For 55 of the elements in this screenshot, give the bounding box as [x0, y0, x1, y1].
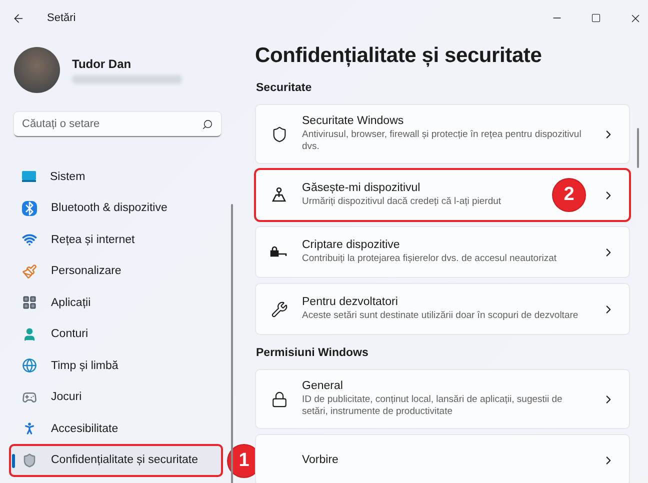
wifi-icon	[22, 232, 37, 247]
settings-card[interactable]: Găsește-mi dispozitivul Urmăriți dispozitivul dacă credeți că l-ați pierdut 2	[255, 169, 630, 221]
search-icon	[202, 118, 213, 130]
person-icon	[22, 326, 37, 342]
selection-indicator	[12, 454, 15, 468]
sidebar-item[interactable]: Conturi	[10, 318, 222, 350]
section-heading: Permisiuni Windows	[256, 347, 370, 359]
account-name: Tudor Dan	[72, 56, 132, 70]
sidebar-item[interactable]: Jocuri	[10, 382, 222, 412]
card-title: Criptare dispozitive	[302, 239, 400, 251]
scrollbar[interactable]	[637, 128, 639, 168]
card-description: Urmăriți dispozitivul dacă credeți că l-ați pierdut	[302, 196, 502, 208]
card-description: Aceste setări sunt destinate utilizării doar în scopuri de dezvoltare	[302, 310, 578, 322]
sidebar-item[interactable]: Accesibilitate	[10, 413, 222, 444]
sidebar-item[interactable]: Aplicații	[10, 287, 222, 318]
lock-icon	[270, 390, 288, 408]
tools-icon	[270, 300, 288, 318]
sidebar-item[interactable]: Timp și limbă	[10, 350, 222, 381]
section-heading: Securitate	[256, 82, 313, 94]
settings-card[interactable]: Pentru dezvoltatori Aceste setări sunt destinate utilizării doar în scopuri de dezvoltare	[255, 283, 630, 335]
card-title: General	[302, 380, 343, 392]
avatar	[14, 47, 60, 93]
shield-icon	[22, 452, 37, 468]
settings-card[interactable]: General ID de publicitate, conținut local, lansări de aplicații, sugestii de setări, instrumente de productivitate	[255, 369, 630, 429]
card-title: Vorbire	[302, 454, 338, 466]
card-title: Securitate Windows	[302, 115, 404, 127]
apps-icon	[22, 295, 37, 310]
sidebar-item[interactable]: Rețea și internet	[10, 224, 222, 255]
paintbrush-icon	[22, 264, 37, 278]
card-title: Găsește-mi dispozitivul	[302, 182, 420, 194]
search-field[interactable]: Căutați o setare	[14, 112, 221, 137]
settings-card[interactable]: Vorbire	[255, 434, 630, 483]
back-icon[interactable]	[12, 12, 25, 24]
settings-card[interactable]: Securitate Windows Antivirusul, browser, firewall și protecție în rețea pentru dispozitivul dvs.	[255, 104, 630, 164]
person-pin-icon	[271, 187, 287, 203]
bluetooth-icon	[22, 200, 37, 216]
card-title: Pentru dezvoltatori	[302, 296, 398, 308]
lock-key-icon	[270, 246, 288, 258]
card-description: Contribuiți la protejarea fișierelor dvs. de accesul neautorizat	[302, 253, 557, 265]
gamepad-icon	[22, 390, 37, 404]
card-description: Antivirusul, browser, firewall și protecție în rețea pentru dispozitivul dvs.	[302, 129, 582, 153]
accessibility-icon	[22, 421, 37, 436]
scrollbar[interactable]	[231, 204, 233, 483]
shield-icon	[270, 126, 288, 142]
callout-number: 2	[553, 179, 585, 211]
settings-card[interactable]: Criptare dispozitive Contribuiți la protejarea fișierelor dvs. de accesul neautorizat	[255, 226, 630, 278]
window-title: Setări	[47, 12, 76, 24]
sidebar-item[interactable]: Bluetooth & dispozitive	[10, 192, 222, 224]
sidebar-item[interactable]: Personalizare	[10, 256, 222, 286]
card-description: ID de publicitate, conținut local, lansări de aplicații, sugestii de setări, instrumente de productivitate	[302, 394, 564, 418]
maximize-icon[interactable]	[591, 13, 601, 23]
sidebar-item[interactable]: Sistem	[10, 161, 222, 192]
page-title: Confidențialitate și securitate	[255, 44, 543, 68]
globe-icon	[22, 358, 37, 373]
monitor-icon	[22, 171, 36, 182]
